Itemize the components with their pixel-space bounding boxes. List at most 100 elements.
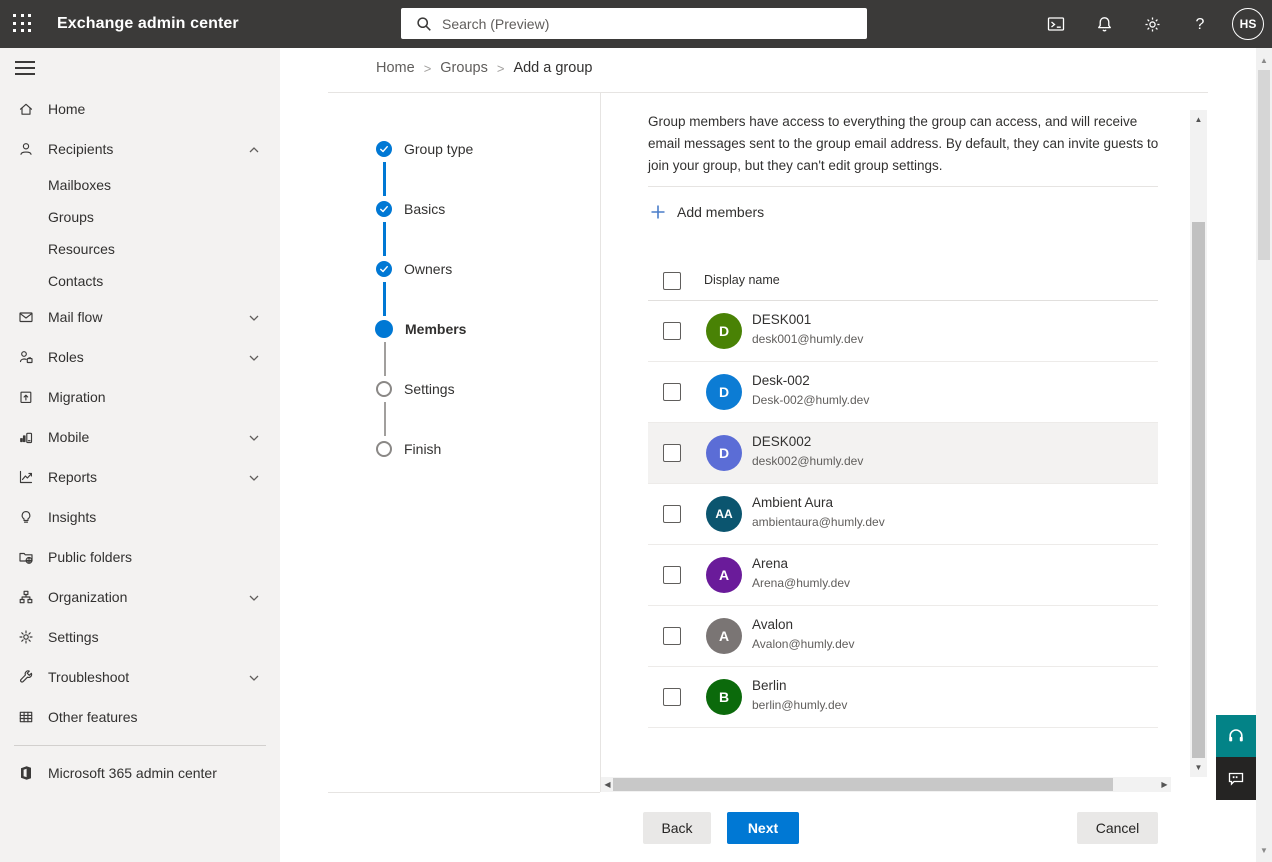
sidebar-item-label: Troubleshoot	[48, 669, 129, 685]
chevron-down-icon[interactable]	[248, 471, 260, 483]
step-label: Settings	[404, 381, 455, 397]
member-row[interactable]: D DESK002 desk002@humly.dev	[648, 423, 1158, 484]
member-row[interactable]: B Berlin berlin@humly.dev	[648, 667, 1158, 728]
sidebar-item-label: Migration	[48, 389, 106, 405]
chevron-down-icon[interactable]	[248, 591, 260, 603]
sidebar-item-groups[interactable]: Groups	[0, 201, 280, 233]
sidebar-item-settings[interactable]: Settings	[0, 617, 280, 657]
sidebar-item-organization[interactable]: Organization	[0, 577, 280, 617]
chevron-down-icon[interactable]	[248, 671, 260, 683]
bell-icon-button[interactable]	[1080, 0, 1128, 48]
wizard-panel-bottom-border	[328, 792, 600, 793]
row-checkbox[interactable]	[663, 566, 681, 584]
scroll-down-arrow-icon[interactable]: ▼	[1190, 760, 1207, 775]
step-circle-icon	[375, 320, 393, 338]
search-box[interactable]	[401, 8, 867, 39]
sidebar-item-roles[interactable]: Roles	[0, 337, 280, 377]
wrench-icon	[18, 669, 34, 685]
sidebar-item-home[interactable]: Home	[0, 89, 280, 129]
page-scrollbar-thumb[interactable]	[1258, 70, 1270, 260]
chevron-down-icon[interactable]	[248, 431, 260, 443]
member-display-name: Desk-002	[752, 373, 810, 388]
gear-icon-button[interactable]	[1128, 0, 1176, 48]
member-display-name: DESK001	[752, 312, 811, 327]
horizontal-scrollbar-thumb[interactable]	[613, 778, 1113, 791]
page-vertical-scrollbar[interactable]: ▲ ▼	[1256, 48, 1272, 862]
step-circle-icon	[376, 441, 392, 457]
row-checkbox[interactable]	[663, 322, 681, 340]
sidebar-item-mobile[interactable]: Mobile	[0, 417, 280, 457]
help-headset-button[interactable]	[1216, 715, 1256, 757]
sidebar-item-mailboxes[interactable]: Mailboxes	[0, 169, 280, 201]
avatar: D	[706, 374, 742, 410]
cancel-button[interactable]: Cancel	[1077, 812, 1158, 844]
hamburger-menu-icon[interactable]	[15, 61, 35, 75]
breadcrumb-home[interactable]: Home	[376, 60, 415, 76]
row-checkbox[interactable]	[663, 383, 681, 401]
step-label: Basics	[404, 201, 445, 217]
row-checkbox[interactable]	[663, 627, 681, 645]
chevron-down-icon[interactable]	[248, 311, 260, 323]
sidebar-item-other-features[interactable]: Other features	[0, 697, 280, 737]
select-all-checkbox[interactable]	[663, 272, 681, 290]
breadcrumb-groups[interactable]: Groups	[440, 60, 488, 76]
breadcrumb-separator: >	[424, 61, 432, 76]
member-row[interactable]: A Avalon Avalon@humly.dev	[648, 606, 1158, 667]
top-bar: Exchange admin center ?HS	[0, 0, 1272, 48]
account-avatar[interactable]: HS	[1224, 0, 1272, 48]
column-header-display-name[interactable]: Display name	[704, 273, 780, 287]
member-row[interactable]: AA Ambient Aura ambientaura@humly.dev	[648, 484, 1158, 545]
sidebar-item-reports[interactable]: Reports	[0, 457, 280, 497]
row-checkbox[interactable]	[663, 505, 681, 523]
headset-icon	[1226, 726, 1246, 746]
next-button[interactable]: Next	[727, 812, 799, 844]
insights-icon	[18, 509, 34, 525]
sidebar-item-mail-flow[interactable]: Mail flow	[0, 297, 280, 337]
member-row[interactable]: A Arena Arena@humly.dev	[648, 545, 1158, 606]
add-members-button[interactable]: Add members	[650, 198, 764, 226]
member-row[interactable]: D DESK001 desk001@humly.dev	[648, 301, 1158, 362]
content-vertical-scrollbar[interactable]: ▲ ▼	[1190, 110, 1207, 777]
scroll-right-arrow-icon[interactable]: ▶	[1158, 777, 1171, 792]
wizard-step-members[interactable]: Members	[376, 309, 466, 349]
sidebar-item-insights[interactable]: Insights	[0, 497, 280, 537]
sidebar-item-contacts[interactable]: Contacts	[0, 265, 280, 297]
step-check-icon	[376, 261, 392, 277]
wizard-step-settings[interactable]: Settings	[376, 369, 455, 409]
grid-icon	[18, 709, 34, 725]
row-checkbox[interactable]	[663, 688, 681, 706]
content-horizontal-scrollbar[interactable]: ◀ ▶	[601, 777, 1171, 792]
step-check-icon	[376, 141, 392, 157]
chevron-down-icon[interactable]	[248, 351, 260, 363]
member-row[interactable]: D Desk-002 Desk-002@humly.dev	[648, 362, 1158, 423]
page-scroll-up-arrow-icon[interactable]: ▲	[1256, 52, 1272, 68]
app-launcher-icon[interactable]	[13, 14, 34, 35]
chevron-up-icon[interactable]	[248, 143, 260, 155]
page-scroll-down-arrow-icon[interactable]: ▼	[1256, 842, 1272, 858]
sidebar-item-troubleshoot[interactable]: Troubleshoot	[0, 657, 280, 697]
sidebar-item-label: Resources	[48, 241, 115, 257]
scroll-up-arrow-icon[interactable]: ▲	[1190, 112, 1207, 127]
sidebar-item-public-folders[interactable]: Public folders	[0, 537, 280, 577]
sidebar-item-label: Mailboxes	[48, 177, 111, 193]
svg-text:?: ?	[1196, 16, 1205, 33]
wizard-step-finish[interactable]: Finish	[376, 429, 441, 469]
feedback-button[interactable]	[1216, 757, 1256, 800]
sidebar-item-recipients[interactable]: Recipients	[0, 129, 280, 169]
wizard-step-owners[interactable]: Owners	[376, 249, 452, 289]
help-icon-button[interactable]: ?	[1176, 0, 1224, 48]
home-icon	[18, 101, 34, 117]
terminal-icon-button[interactable]	[1032, 0, 1080, 48]
sidebar-item-migration[interactable]: Migration	[0, 377, 280, 417]
sidebar-item-resources[interactable]: Resources	[0, 233, 280, 265]
search-input[interactable]	[432, 8, 867, 39]
back-button[interactable]: Back	[643, 812, 711, 844]
sidebar-item-label: Recipients	[48, 141, 113, 157]
sidebar-item-label: Microsoft 365 admin center	[48, 765, 217, 781]
wizard-step-group-type[interactable]: Group type	[376, 129, 473, 169]
avatar: D	[706, 313, 742, 349]
row-checkbox[interactable]	[663, 444, 681, 462]
wizard-step-basics[interactable]: Basics	[376, 189, 445, 229]
vertical-scrollbar-thumb[interactable]	[1192, 222, 1205, 758]
sidebar-item-microsoft-365-admin-center[interactable]: Microsoft 365 admin center	[0, 753, 280, 793]
